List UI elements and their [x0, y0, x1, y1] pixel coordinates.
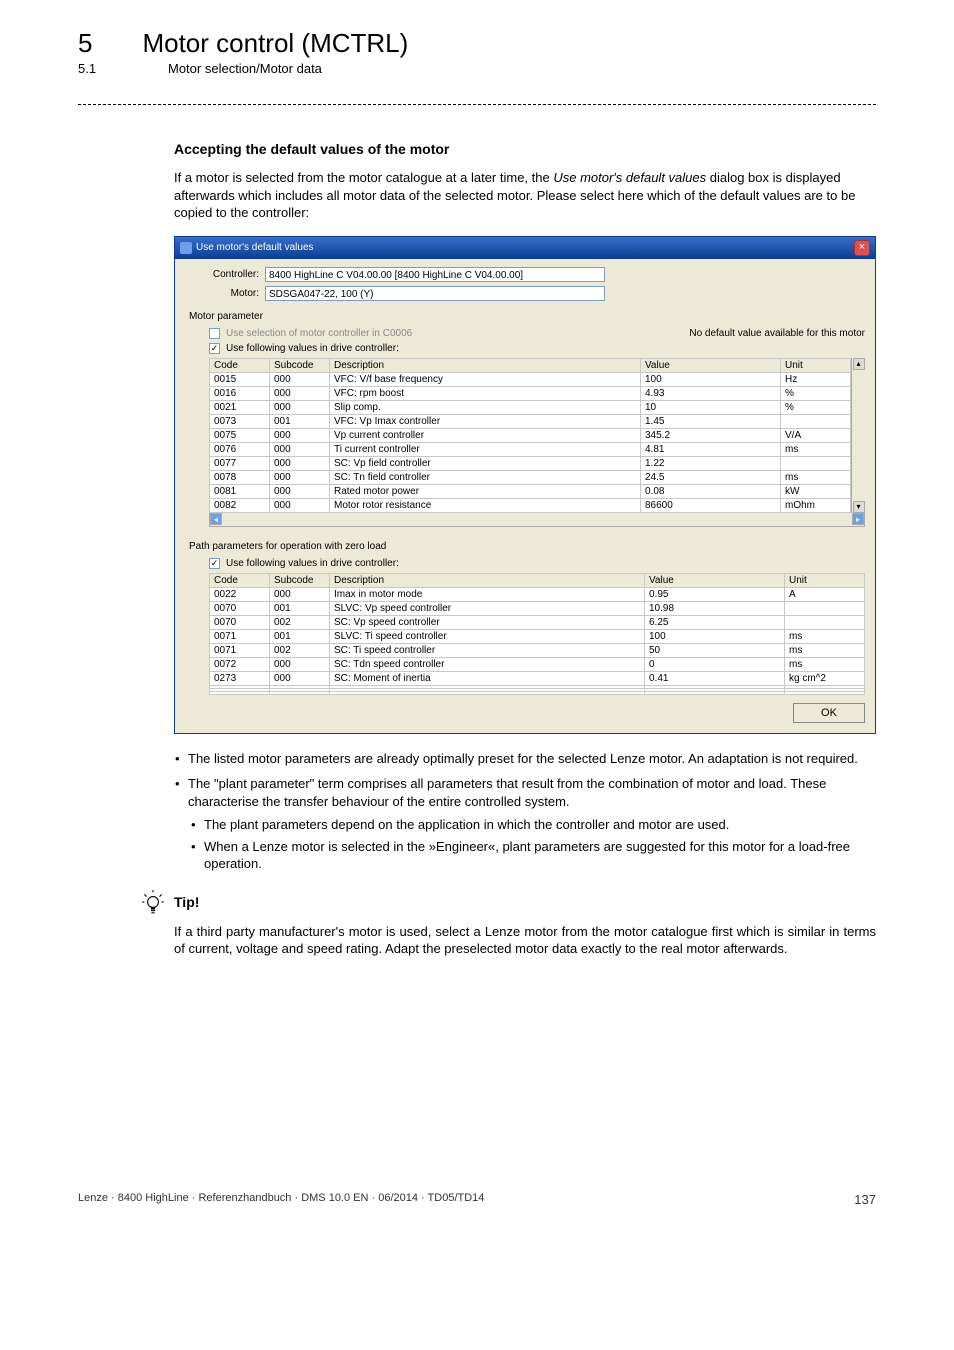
motor-parameter-table: Code Subcode Description Value Unit 0015…: [209, 358, 851, 513]
col-description: Description: [330, 358, 641, 372]
table-row[interactable]: 0081000Rated motor power0.08kW: [210, 484, 851, 498]
vertical-scrollbar[interactable]: ▴ ▾: [851, 358, 865, 513]
motor-input[interactable]: SDSGA047-22, 100 (Y): [265, 286, 605, 301]
motor-parameter-label: Motor parameter: [189, 311, 865, 322]
subsection-title: Motor selection/Motor data: [168, 61, 322, 76]
subsection-number: 5.1: [78, 61, 118, 76]
controller-input[interactable]: 8400 HighLine C V04.00.00 [8400 HighLine…: [265, 267, 605, 282]
scroll-left-icon[interactable]: ◂: [210, 513, 222, 525]
use-default-values-dialog: Use motor's default values × Controller:…: [174, 236, 876, 734]
col-unit: Unit: [781, 358, 851, 372]
table-row[interactable]: 0016000VFC: rpm boost4.93%: [210, 386, 851, 400]
table-row[interactable]: 0071002SC: Ti speed controller50ms: [210, 643, 865, 657]
col-value: Value: [645, 573, 785, 587]
dialog-title: Use motor's default values: [196, 242, 314, 253]
checkbox-use-values-1[interactable]: ✓: [209, 343, 220, 354]
col-description: Description: [330, 573, 645, 587]
table-row[interactable]: 0078000SC: Tn field controller24.5ms: [210, 470, 851, 484]
chapter-title: Motor control (MCTRL): [142, 28, 408, 59]
col-unit: Unit: [785, 573, 865, 587]
divider: [78, 104, 876, 105]
table-row[interactable]: 0070002SC: Vp speed controller6.25: [210, 615, 865, 629]
list-item: The plant parameters depend on the appli…: [204, 816, 876, 834]
scroll-down-icon[interactable]: ▾: [853, 501, 865, 513]
col-value: Value: [641, 358, 781, 372]
table-row[interactable]: 0075000Vp current controller345.2V/A: [210, 428, 851, 442]
checkbox-use-c0006-label: Use selection of motor controller in C00…: [226, 328, 412, 339]
scroll-up-icon[interactable]: ▴: [853, 358, 865, 370]
table-row[interactable]: 0076000Ti current controller4.81ms: [210, 442, 851, 456]
checkbox-use-values-2-label: Use following values in drive controller…: [226, 558, 399, 569]
checkbox-use-values-2[interactable]: ✓: [209, 558, 220, 569]
table-row[interactable]: [210, 691, 865, 694]
path-parameter-table: Code Subcode Description Value Unit 0022…: [209, 573, 865, 695]
footer-text: Lenze · 8400 HighLine · Referenzhandbuch…: [78, 1192, 484, 1207]
list-item: When a Lenze motor is selected in the »E…: [204, 838, 876, 873]
motor-label: Motor:: [209, 288, 265, 299]
close-icon[interactable]: ×: [854, 240, 870, 256]
chapter-number: 5: [78, 28, 92, 59]
table-row[interactable]: 0022000Imax in motor mode0.95A: [210, 587, 865, 601]
list-item: The "plant parameter" term comprises all…: [188, 775, 876, 873]
table-row[interactable]: 0273000SC: Moment of inertia0.41kg cm^2: [210, 671, 865, 685]
ok-button[interactable]: OK: [793, 703, 865, 723]
checkbox-use-values-1-label: Use following values in drive controller…: [226, 343, 399, 354]
col-subcode: Subcode: [270, 358, 330, 372]
col-code: Code: [210, 358, 270, 372]
tip-label: Tip!: [174, 894, 199, 910]
col-code: Code: [210, 573, 270, 587]
no-default-note: No default value available for this moto…: [677, 328, 865, 339]
lightbulb-icon: [140, 889, 166, 915]
dialog-titlebar: Use motor's default values ×: [175, 237, 875, 259]
dialog-icon: [180, 242, 192, 254]
checkbox-use-c0006: [209, 328, 220, 339]
path-parameters-label: Path parameters for operation with zero …: [189, 541, 865, 552]
scroll-right-icon[interactable]: ▸: [852, 513, 864, 525]
intro-paragraph: If a motor is selected from the motor ca…: [174, 169, 876, 222]
table-row[interactable]: 0021000Slip comp.10%: [210, 400, 851, 414]
list-item: The listed motor parameters are already …: [188, 750, 876, 768]
col-subcode: Subcode: [270, 573, 330, 587]
table-row[interactable]: 0077000SC: Vp field controller1.22: [210, 456, 851, 470]
table-row[interactable]: 0082000Motor rotor resistance86600mOhm: [210, 498, 851, 512]
tip-text: If a third party manufacturer's motor is…: [174, 923, 876, 958]
motor-parameter-table-wrap: Code Subcode Description Value Unit 0015…: [209, 358, 865, 527]
table-row[interactable]: 0072000SC: Tdn speed controller0ms: [210, 657, 865, 671]
table-row[interactable]: 0070001SLVC: Vp speed controller10.98: [210, 601, 865, 615]
page-number: 137: [854, 1192, 876, 1207]
table-row[interactable]: 0015000VFC: V/f base frequency100Hz: [210, 372, 851, 386]
horizontal-scrollbar[interactable]: ◂ ▸: [209, 513, 865, 527]
table-row[interactable]: 0071001SLVC: Ti speed controller100ms: [210, 629, 865, 643]
table-row[interactable]: 0073001VFC: Vp Imax controller1.45: [210, 414, 851, 428]
notes-list: The listed motor parameters are already …: [174, 750, 876, 873]
controller-label: Controller:: [209, 269, 265, 280]
section-heading: Accepting the default values of the moto…: [174, 141, 876, 157]
